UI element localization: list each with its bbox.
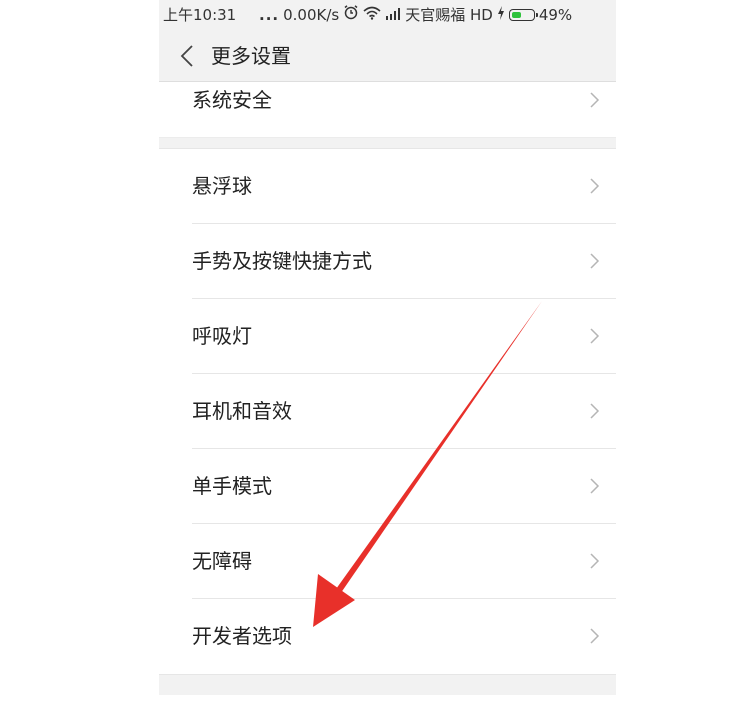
charging-icon [497,0,505,30]
phone-screen: 上午10:31 ... 0.00K/s 天官赐福 HD 49% 更多设置 系统安… [159,0,616,704]
chevron-right-icon [590,178,600,194]
carrier-name: 天官赐福 HD [405,6,493,24]
settings-item-floating-ball[interactable]: 悬浮球 [159,149,616,224]
status-indicators: ... 0.00K/s 天官赐福 HD 49% [259,0,576,30]
settings-item-system-security[interactable]: 系统安全 [159,82,616,137]
chevron-right-icon [590,553,600,569]
chevron-right-icon [590,92,600,108]
battery-percent: 49% [538,6,573,24]
section-divider [159,674,616,695]
wifi-icon [363,0,381,30]
status-bar: 上午10:31 ... 0.00K/s 天官赐福 HD 49% [159,0,616,30]
network-speed: 0.00K/s [283,6,340,24]
settings-item-label: 悬浮球 [192,174,252,198]
page-title: 更多设置 [211,44,291,68]
settings-item-label: 手势及按键快捷方式 [192,249,372,273]
chevron-right-icon [590,403,600,419]
settings-item-one-hand-mode[interactable]: 单手模式 [159,449,616,524]
settings-item-gesture-shortcuts[interactable]: 手势及按键快捷方式 [159,224,616,299]
settings-item-label: 系统安全 [192,88,272,112]
back-button[interactable] [169,38,205,74]
settings-item-label: 无障碍 [192,549,252,573]
chevron-left-icon [180,45,193,67]
chevron-right-icon [590,628,600,644]
settings-item-label: 耳机和音效 [192,399,292,423]
settings-item-label: 单手模式 [192,474,272,498]
settings-item-developer-options[interactable]: 开发者选项 [159,599,616,674]
chevron-right-icon [590,478,600,494]
chevron-right-icon [590,253,600,269]
settings-item-label: 开发者选项 [192,624,292,648]
title-bar: 更多设置 [159,30,616,82]
settings-item-label: 呼吸灯 [192,324,252,348]
settings-item-headphones-audio[interactable]: 耳机和音效 [159,374,616,449]
section-divider [159,137,616,149]
signal-icon [385,0,401,30]
settings-item-breathing-light[interactable]: 呼吸灯 [159,299,616,374]
notification-dots: ... [259,6,280,24]
settings-item-accessibility[interactable]: 无障碍 [159,524,616,599]
battery-icon [508,9,538,21]
chevron-right-icon [590,328,600,344]
battery-level-fill [511,12,521,18]
alarm-icon [343,0,359,30]
settings-list: 系统安全 悬浮球 手势及按键快捷方式 呼吸灯 耳机和音效 单手模式 无障碍 开发… [159,82,616,695]
status-time: 上午10:31 [163,6,237,24]
